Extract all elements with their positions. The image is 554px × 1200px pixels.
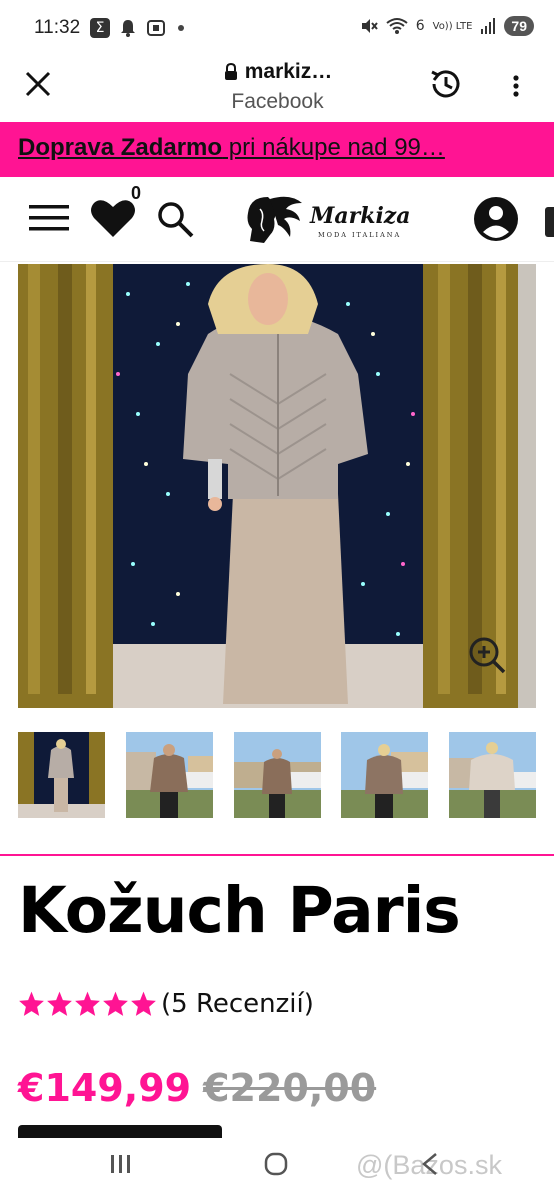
star-icon bbox=[47, 991, 72, 1016]
section-divider bbox=[0, 854, 554, 856]
search-icon[interactable] bbox=[155, 199, 195, 239]
signal-bars-icon bbox=[481, 18, 496, 34]
star-icon bbox=[19, 991, 44, 1016]
screenshot-icon bbox=[147, 20, 165, 36]
thumbnail-4[interactable] bbox=[341, 732, 429, 818]
account-icon[interactable] bbox=[472, 195, 520, 243]
star-icon bbox=[131, 991, 156, 1016]
promo-bold-text: Doprava Zadarmo bbox=[18, 134, 223, 161]
price-current: €149,99 bbox=[18, 1066, 192, 1110]
reviews-link[interactable]: (5 Recenzií) bbox=[161, 989, 314, 1019]
battery-badge: 79 bbox=[504, 16, 534, 36]
system-nav-bar: @(Bazos.sk bbox=[0, 1138, 554, 1200]
wishlist-count: 0 bbox=[131, 183, 142, 203]
back-icon[interactable] bbox=[420, 1152, 440, 1176]
site-logo[interactable]: Markiza MODA ITALIANA bbox=[240, 193, 435, 247]
price-old: €220,00 bbox=[203, 1066, 377, 1110]
status-time: 11:32 bbox=[34, 17, 81, 38]
star-rating bbox=[18, 989, 157, 1019]
browser-toolbar: markiz… Facebook bbox=[0, 60, 554, 122]
heart-icon[interactable] bbox=[90, 197, 136, 239]
mute-icon bbox=[361, 19, 378, 33]
status-bar: 11:32 Σ 6 Vo)) LTE 79 bbox=[0, 0, 554, 60]
address-bar[interactable]: markiz… Facebook bbox=[160, 60, 395, 114]
star-icon bbox=[103, 991, 128, 1016]
star-icon bbox=[75, 991, 100, 1016]
product-title: Kožuch Paris bbox=[18, 874, 461, 947]
thumbnail-3[interactable] bbox=[233, 732, 321, 818]
status-right-icons: 6 Vo)) LTE 79 bbox=[360, 16, 534, 36]
site-header: 0 Markiza MODA ITALIANA bbox=[0, 177, 554, 262]
sigma-app-icon: Σ bbox=[90, 18, 110, 38]
promo-rest-text: pri nákupe nad 99… bbox=[222, 134, 445, 161]
zoom-in-icon[interactable] bbox=[467, 635, 507, 675]
close-icon[interactable] bbox=[22, 68, 54, 100]
hamburger-menu-icon[interactable] bbox=[28, 203, 70, 233]
thumbnail-5[interactable] bbox=[449, 732, 536, 818]
product-main-image[interactable] bbox=[18, 264, 536, 708]
product-photo bbox=[18, 264, 536, 708]
add-to-cart-button[interactable] bbox=[18, 1125, 222, 1139]
logo-name: Markiza bbox=[310, 203, 411, 229]
logo-face-icon bbox=[247, 196, 302, 243]
logo-tagline: MODA ITALIANA bbox=[318, 231, 402, 239]
url-subtitle: Facebook bbox=[231, 90, 324, 113]
signal-label: 6 bbox=[415, 18, 425, 34]
notification-dot-icon bbox=[178, 25, 184, 31]
recents-icon[interactable] bbox=[110, 1154, 132, 1174]
status-left-icons: Σ bbox=[90, 18, 184, 38]
bell-icon bbox=[121, 20, 135, 37]
network-label: Vo)) LTE bbox=[432, 20, 473, 32]
thumbnail-2[interactable] bbox=[125, 732, 213, 818]
promo-banner[interactable]: Doprava Zadarmo pri nákupe nad 99… bbox=[0, 122, 554, 177]
wifi-icon bbox=[386, 18, 408, 34]
thumbnail-gallery bbox=[18, 732, 536, 818]
url-text: markiz… bbox=[244, 60, 333, 83]
cart-icon[interactable] bbox=[545, 207, 554, 237]
price-row: €149,99 €220,00 bbox=[18, 1066, 376, 1110]
more-options-icon[interactable] bbox=[504, 70, 528, 102]
thumbnail-1[interactable] bbox=[18, 732, 105, 818]
history-icon[interactable] bbox=[428, 66, 464, 102]
rating-row[interactable]: (5 Recenzií) bbox=[18, 984, 314, 1024]
home-icon[interactable] bbox=[264, 1152, 288, 1176]
lock-icon bbox=[224, 63, 237, 80]
